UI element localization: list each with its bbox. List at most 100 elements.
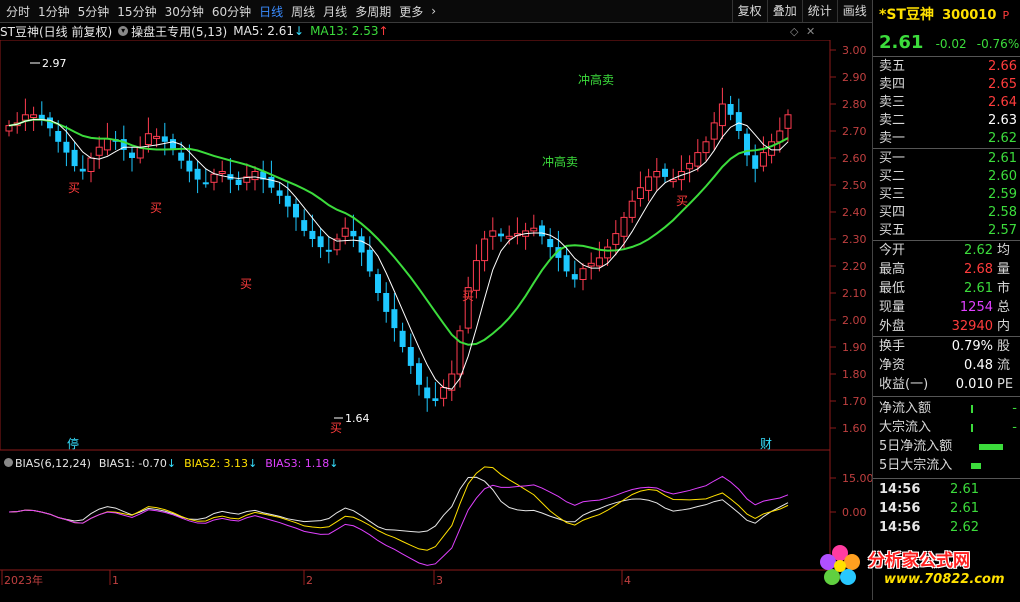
period-tab-7[interactable]: 周线 [287, 3, 319, 20]
candle-body [735, 112, 742, 131]
bid-4-label: 买五 [879, 223, 906, 238]
fin-1-label: 净资 [879, 358, 906, 373]
stat-3-label: 现量 [879, 300, 906, 315]
period-tab-4[interactable]: 30分钟 [161, 3, 208, 20]
period-tab-8[interactable]: 月线 [319, 3, 351, 20]
period-tab-6[interactable]: 日线 [255, 3, 287, 20]
candle-body [579, 268, 587, 280]
period-tab-0[interactable]: 分时 [2, 3, 34, 20]
ask-4-value: 2.62 [988, 131, 1017, 146]
bid-4-value: 2.57 [988, 223, 1017, 238]
x-tick-label: 1 [112, 574, 119, 587]
flow-3: 5日大宗流入 [879, 457, 1019, 475]
more-chevron-icon[interactable]: › [427, 4, 440, 18]
y-tick-label: 1.90 [842, 341, 867, 354]
bias-y-tick-label: 15.00 [842, 472, 872, 485]
price-change-pct: -0.76% [976, 37, 1020, 51]
fin-0-value: 0.79% [951, 339, 993, 354]
candle-body [702, 141, 710, 154]
candle-body [710, 122, 718, 140]
bid-2-label: 买三 [879, 187, 906, 202]
chart-window-buttons: ◇ ✕ [790, 25, 815, 38]
period-tab-10[interactable]: 更多 [395, 3, 427, 20]
bias3-readout: BIAS3: 1.18↓ [265, 457, 339, 470]
tool-button-0[interactable]: 复权 [731, 0, 767, 22]
y-tick-label: 2.70 [842, 125, 867, 138]
candle-body [612, 233, 620, 245]
stock-name: *ST豆神 [879, 7, 934, 23]
flow-1-label: 大宗流入 [879, 420, 932, 435]
buy-signal-label: 买 [68, 181, 80, 195]
candle-body [21, 114, 29, 121]
ask-2: 卖三 2.64 [879, 94, 1019, 112]
bias-dropdown-icon[interactable] [4, 458, 13, 467]
close-icon[interactable]: ✕ [806, 25, 815, 38]
bid-4: 买五 2.57 [879, 222, 1019, 240]
period-tab-1[interactable]: 1分钟 [34, 3, 74, 20]
tool-button-3[interactable]: 画线 [836, 0, 872, 22]
flow-tick-1 [971, 424, 973, 432]
indicator-dropdown-icon[interactable]: ▾ [118, 26, 129, 36]
candle-body [383, 293, 390, 312]
flow-2: 5日净流入额 [879, 438, 1019, 456]
candle-body [752, 155, 759, 169]
chart-canvas[interactable]: 2.971.64买买买买买买冲高卖冲高卖停财 3.002.902.802.702… [0, 40, 872, 600]
ma5-line [8, 119, 789, 390]
candle-body [301, 220, 308, 231]
y-tick-label: 2.90 [842, 71, 867, 84]
candle-body [727, 104, 734, 115]
candle-body [30, 114, 38, 119]
bias3-line [8, 475, 789, 566]
indicator-name[interactable]: ▾ 操盘王专用(5,13) [118, 23, 227, 40]
tool-button-2[interactable]: 统计 [801, 0, 837, 22]
stat-2-label: 最低 [879, 281, 906, 296]
y-tick-label: 2.30 [842, 233, 867, 246]
candle-body [268, 176, 275, 188]
stat-3: 现量 1254 总 [879, 299, 1019, 317]
suspend-marker: 停 [67, 436, 79, 451]
ask-1-value: 2.65 [988, 77, 1017, 92]
candle-body [653, 171, 661, 178]
period-tab-3[interactable]: 15分钟 [113, 3, 160, 20]
candle-body [759, 152, 767, 167]
ask-1: 卖四 2.65 [879, 76, 1019, 94]
candle-body [636, 187, 644, 199]
bias2-readout: BIAS2: 3.13↓ [184, 457, 258, 470]
y-tick-label: 2.50 [842, 179, 867, 192]
candle-body [5, 125, 13, 132]
candle-body [87, 157, 95, 172]
candle-body [620, 216, 628, 237]
tick-2-label: 14:56 [879, 520, 921, 535]
stat-1-label: 最高 [879, 262, 906, 277]
candle-body [235, 179, 242, 185]
chart-title[interactable]: ST豆神(日线 前复权) [0, 23, 112, 40]
fin-0-label: 换手 [879, 339, 906, 354]
candle-body [366, 249, 373, 272]
y-tick-label: 3.00 [842, 44, 867, 57]
x-tick-label: 3 [436, 574, 443, 587]
bid-1: 买二 2.60 [879, 168, 1019, 186]
flow-2-label: 5日净流入额 [879, 439, 953, 454]
y-tick-label: 2.60 [842, 152, 867, 165]
bid-3-value: 2.58 [988, 205, 1017, 220]
bias-indicator-name[interactable]: BIAS(6,12,24) [4, 457, 91, 470]
bid-0-value: 2.61 [988, 151, 1017, 166]
stock-header: *ST豆神 300010 P [879, 6, 1019, 24]
flow-0: 净流入额 - [879, 400, 1019, 418]
bias-header: BIAS(6,12,24) BIAS1: -0.70↓ BIAS2: 3.13↓… [4, 457, 339, 470]
bid-3-label: 买四 [879, 205, 906, 220]
ask-4-label: 卖一 [879, 131, 906, 146]
stat-2-extra: 市 [997, 281, 1011, 296]
sell-signal-label: 冲高卖 [542, 154, 578, 169]
fin-2-extra: PE [997, 377, 1014, 392]
tool-button-1[interactable]: 叠加 [766, 0, 802, 22]
candle-body [276, 190, 283, 196]
period-tab-5[interactable]: 60分钟 [208, 3, 255, 20]
period-tab-2[interactable]: 5分钟 [74, 3, 114, 20]
ma5-readout: MA5: 2.61↓ [233, 24, 305, 38]
period-tab-9[interactable]: 多周期 [351, 3, 395, 20]
diamond-icon[interactable]: ◇ [790, 25, 798, 38]
candle-body [489, 230, 497, 237]
stat-4-label: 外盘 [879, 319, 906, 334]
candle-body [284, 195, 291, 207]
